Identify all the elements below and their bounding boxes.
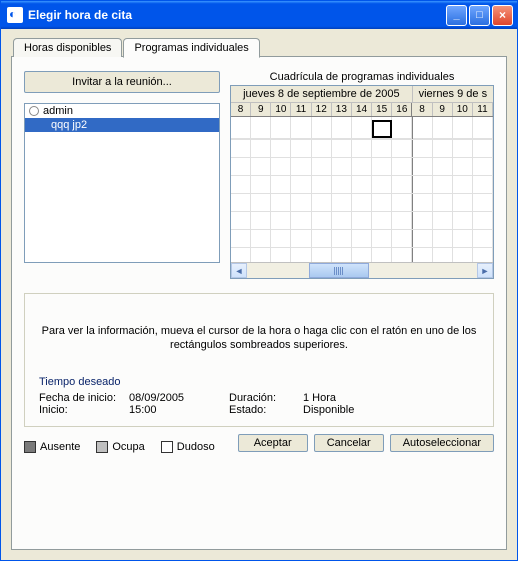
ok-button[interactable]: Aceptar xyxy=(238,434,308,452)
hour-cell: 16 xyxy=(392,103,412,116)
desired-time-title: Tiempo deseado xyxy=(39,376,479,388)
minimize-button[interactable]: _ xyxy=(446,5,467,26)
ocupa-swatch-icon xyxy=(96,441,108,453)
tab-available-hours[interactable]: Horas disponibles xyxy=(13,38,122,57)
hour-cell: 11 xyxy=(473,103,493,116)
scroll-thumb[interactable] xyxy=(309,263,369,278)
time-cursor[interactable] xyxy=(372,120,392,138)
day-header: jueves 8 de septiembre de 2005 xyxy=(231,86,413,102)
hour-cell: 10 xyxy=(453,103,473,116)
hour-cell: 9 xyxy=(251,103,271,116)
duration-label: Duración: xyxy=(229,392,303,404)
grid-header-days: jueves 8 de septiembre de 2005 viernes 9… xyxy=(231,86,493,103)
grid-title: Cuadrícula de programas individuales xyxy=(230,71,494,83)
info-text: Para ver la información, mueva el cursor… xyxy=(39,324,479,352)
day-header: viernes 9 de s xyxy=(413,86,493,102)
invite-button[interactable]: Invitar a la reunión... xyxy=(24,71,220,93)
start-time-value: 15:00 xyxy=(129,404,229,416)
info-group: Para ver la información, mueva el cursor… xyxy=(24,293,494,427)
grid-body[interactable] xyxy=(231,117,493,262)
attendee-row[interactable]: admin xyxy=(25,104,219,118)
hour-cell: 9 xyxy=(433,103,453,116)
status-value: Disponible xyxy=(303,404,354,416)
tab-strip: Horas disponibles Programas individuales xyxy=(13,37,507,56)
status-label: Estado: xyxy=(229,404,303,416)
dudoso-label: Dudoso xyxy=(177,441,215,453)
start-time-label: Inicio: xyxy=(39,404,129,416)
hour-cell: 14 xyxy=(352,103,372,116)
ausente-swatch-icon xyxy=(24,441,36,453)
ausente-label: Ausente xyxy=(40,441,80,453)
autoselect-button[interactable]: Autoseleccionar xyxy=(390,434,494,452)
start-date-value: 08/09/2005 xyxy=(129,392,229,404)
client-area: Horas disponibles Programas individuales… xyxy=(1,29,517,560)
horizontal-scrollbar[interactable]: ◄ ► xyxy=(231,262,493,278)
hour-cell: 8 xyxy=(231,103,251,116)
dialog-window: Elegir hora de cita _ □ × Horas disponib… xyxy=(0,0,518,561)
status-dot-icon xyxy=(29,106,39,116)
tab-panel: Invitar a la reunión... admin qqq jp2 Cu xyxy=(11,56,507,550)
start-date-label: Fecha de inicio: xyxy=(39,392,129,404)
attendee-list[interactable]: admin qqq jp2 xyxy=(24,103,220,263)
hour-cell: 15 xyxy=(372,103,392,116)
hour-cell: 12 xyxy=(312,103,332,116)
app-icon xyxy=(7,7,23,23)
titlebar[interactable]: Elegir hora de cita _ □ × xyxy=(1,1,517,29)
scroll-track[interactable] xyxy=(247,263,477,278)
maximize-button[interactable]: □ xyxy=(469,5,490,26)
attendee-row[interactable]: qqq jp2 xyxy=(25,118,219,132)
cancel-button[interactable]: Cancelar xyxy=(314,434,384,452)
attendee-name: qqq jp2 xyxy=(51,119,87,131)
close-button[interactable]: × xyxy=(492,5,513,26)
duration-value: 1 Hora xyxy=(303,392,336,404)
window-title: Elegir hora de cita xyxy=(28,8,446,22)
hour-cell: 8 xyxy=(412,103,432,116)
hour-cell: 11 xyxy=(291,103,311,116)
ocupa-label: Ocupa xyxy=(112,441,144,453)
hour-cell: 10 xyxy=(271,103,291,116)
day-separator xyxy=(412,117,413,262)
scroll-right-button[interactable]: ► xyxy=(477,263,493,278)
attendee-name: admin xyxy=(43,105,73,117)
grid-header-hours: 8 9 10 11 12 13 14 15 16 8 9 10 xyxy=(231,103,493,117)
legend: Ausente Ocupa Dudoso xyxy=(24,441,215,453)
hour-cell: 13 xyxy=(332,103,352,116)
dudoso-swatch-icon xyxy=(161,441,173,453)
scroll-left-button[interactable]: ◄ xyxy=(231,263,247,278)
tab-individual-programs[interactable]: Programas individuales xyxy=(123,38,259,58)
schedule-grid[interactable]: jueves 8 de septiembre de 2005 viernes 9… xyxy=(230,85,494,279)
